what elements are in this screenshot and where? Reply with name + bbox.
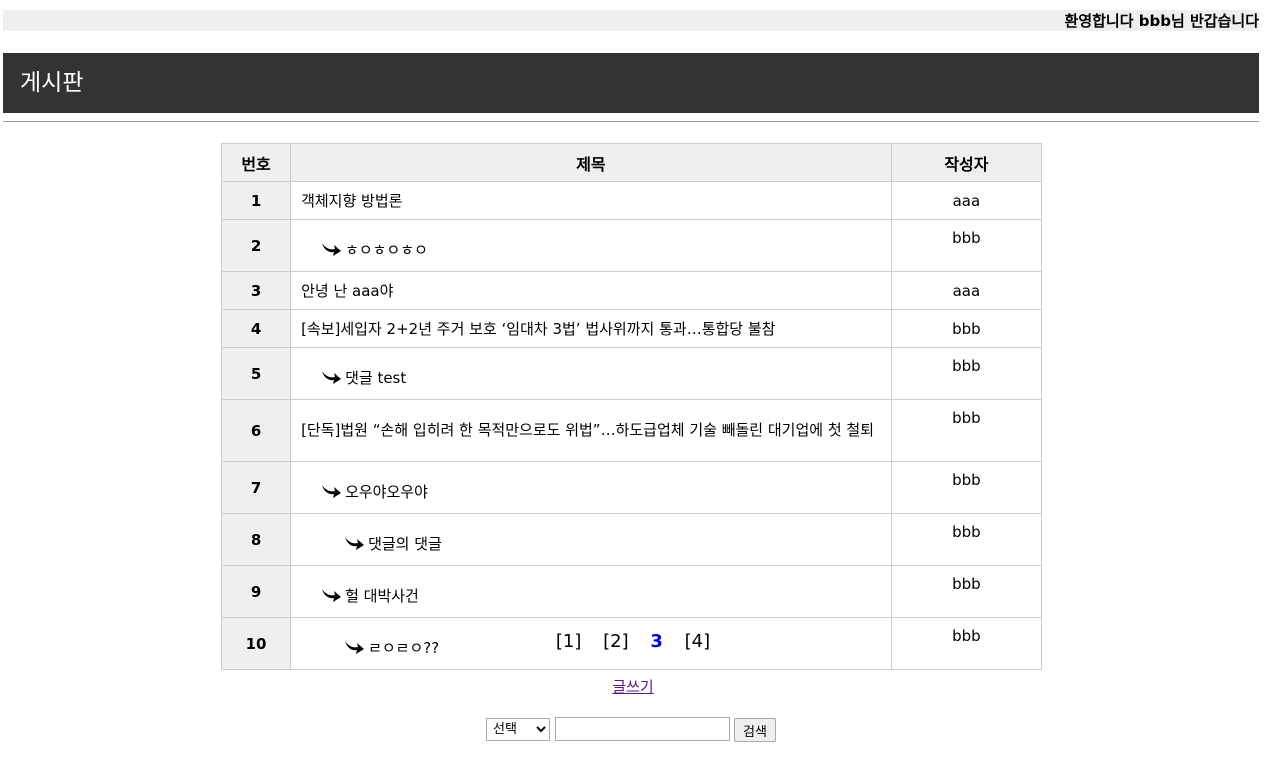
column-header-author: 작성자 bbox=[890, 143, 1043, 182]
post-title-link[interactable]: 댓글의 댓글 bbox=[368, 535, 442, 553]
post-number: 1 bbox=[220, 181, 292, 220]
post-title-link[interactable]: 안녕 난 aaa야 bbox=[301, 282, 393, 300]
post-title-link[interactable]: 헐 대박사건 bbox=[345, 587, 419, 605]
page-link-4[interactable]: [4] bbox=[685, 631, 711, 652]
page-link-1[interactable]: [1] bbox=[556, 631, 582, 652]
reply-arrow-icon bbox=[322, 589, 342, 602]
reply-arrow-icon bbox=[322, 243, 342, 256]
post-title-link[interactable]: [단독]법원 “손해 입히려 한 목적만으로도 위법”…하도급업체 기술 빼돌린… bbox=[301, 421, 874, 439]
board-table: 번호 제목 작성자 1 객체지향 방법론 aaa 2 ㅎㅇㅎㅇㅎㅇ bbb 3 … bbox=[220, 143, 1043, 670]
reply-arrow-icon bbox=[345, 537, 365, 550]
post-number: 3 bbox=[220, 271, 292, 310]
search-input[interactable] bbox=[555, 717, 730, 741]
write-link-container: 글쓰기 bbox=[0, 676, 1266, 697]
table-row: 4 [속보]세입자 2+2년 주거 보호 ‘임대차 3법’ 법사위까지 통과…통… bbox=[220, 309, 1043, 348]
board-header: 게시판 bbox=[3, 53, 1259, 113]
reply-arrow-icon bbox=[322, 485, 342, 498]
page-link-2[interactable]: [2] bbox=[603, 631, 629, 652]
welcome-bar: 환영합니다 bbb님 반갑습니다 bbox=[3, 10, 1259, 31]
table-row: 6 [단독]법원 “손해 입히려 한 목적만으로도 위법”…하도급업체 기술 빼… bbox=[220, 399, 1043, 462]
post-title-cell: [속보]세입자 2+2년 주거 보호 ‘임대차 3법’ 법사위까지 통과…통합당… bbox=[290, 309, 892, 348]
table-row: 5 댓글 test bbb bbox=[220, 347, 1043, 400]
write-post-link[interactable]: 글쓰기 bbox=[612, 678, 653, 696]
post-title-cell: ㅎㅇㅎㅇㅎㅇ bbox=[290, 219, 892, 272]
post-title-cell: [단독]법원 “손해 입히려 한 목적만으로도 위법”…하도급업체 기술 빼돌린… bbox=[290, 399, 892, 462]
post-author: bbb bbox=[890, 565, 1043, 618]
column-header-number: 번호 bbox=[220, 143, 292, 182]
post-title-cell: 댓글의 댓글 bbox=[290, 513, 892, 566]
post-author: bbb bbox=[890, 513, 1043, 566]
table-row: 9 헐 대박사건 bbb bbox=[220, 565, 1043, 618]
post-title-link[interactable]: 객체지향 방법론 bbox=[301, 192, 402, 210]
post-title-link[interactable]: 댓글 test bbox=[345, 369, 406, 387]
post-number: 6 bbox=[220, 399, 292, 462]
search-button[interactable]: 검색 bbox=[734, 718, 776, 742]
table-row: 3 안녕 난 aaa야 aaa bbox=[220, 271, 1043, 310]
post-title-cell: 안녕 난 aaa야 bbox=[290, 271, 892, 310]
column-header-title: 제목 bbox=[290, 143, 892, 182]
post-author: bbb bbox=[890, 399, 1043, 462]
post-number: 2 bbox=[220, 219, 292, 272]
page-current: 3 bbox=[650, 631, 663, 652]
post-author: aaa bbox=[890, 181, 1043, 220]
post-number: 4 bbox=[220, 309, 292, 348]
post-title-cell: 오우야오우야 bbox=[290, 461, 892, 514]
reply-arrow-icon bbox=[322, 371, 342, 384]
table-row: 1 객체지향 방법론 aaa bbox=[220, 181, 1043, 220]
post-title-link[interactable]: [속보]세입자 2+2년 주거 보호 ‘임대차 3법’ 법사위까지 통과…통합당… bbox=[301, 320, 775, 338]
search-type-select[interactable]: 선택 bbox=[486, 718, 550, 741]
post-title-link[interactable]: 오우야오우야 bbox=[345, 483, 428, 501]
post-author: bbb bbox=[890, 347, 1043, 400]
post-number: 7 bbox=[220, 461, 292, 514]
table-header-row: 번호 제목 작성자 bbox=[220, 143, 1043, 182]
post-author: bbb bbox=[890, 219, 1043, 272]
post-title-cell: 객체지향 방법론 bbox=[290, 181, 892, 220]
post-title-cell: 댓글 test bbox=[290, 347, 892, 400]
post-title-link[interactable]: ㅎㅇㅎㅇㅎㅇ bbox=[345, 241, 428, 259]
table-row: 8 댓글의 댓글 bbb bbox=[220, 513, 1043, 566]
post-number: 8 bbox=[220, 513, 292, 566]
post-number: 5 bbox=[220, 347, 292, 400]
post-author: aaa bbox=[890, 271, 1043, 310]
post-title-cell: 헐 대박사건 bbox=[290, 565, 892, 618]
table-row: 2 ㅎㅇㅎㅇㅎㅇ bbb bbox=[220, 219, 1043, 272]
pagination: [1] [2] 3 [4] bbox=[0, 631, 1266, 652]
table-row: 7 오우야오우야 bbb bbox=[220, 461, 1043, 514]
divider bbox=[3, 121, 1259, 122]
welcome-message: 환영합니다 bbb님 반갑습니다 bbox=[1064, 12, 1259, 30]
post-number: 9 bbox=[220, 565, 292, 618]
post-author: bbb bbox=[890, 309, 1043, 348]
page-title: 게시판 bbox=[20, 70, 84, 96]
post-author: bbb bbox=[890, 461, 1043, 514]
